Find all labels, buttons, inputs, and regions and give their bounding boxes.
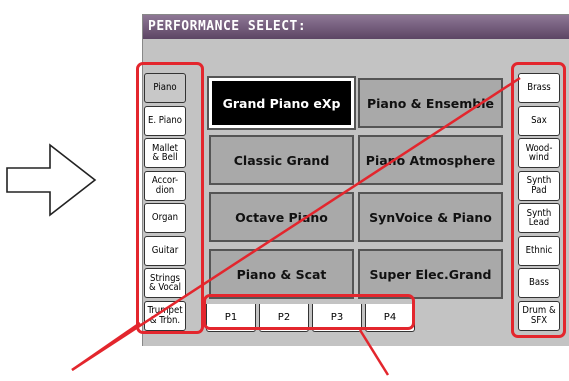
annotation-lines [71, 76, 521, 376]
